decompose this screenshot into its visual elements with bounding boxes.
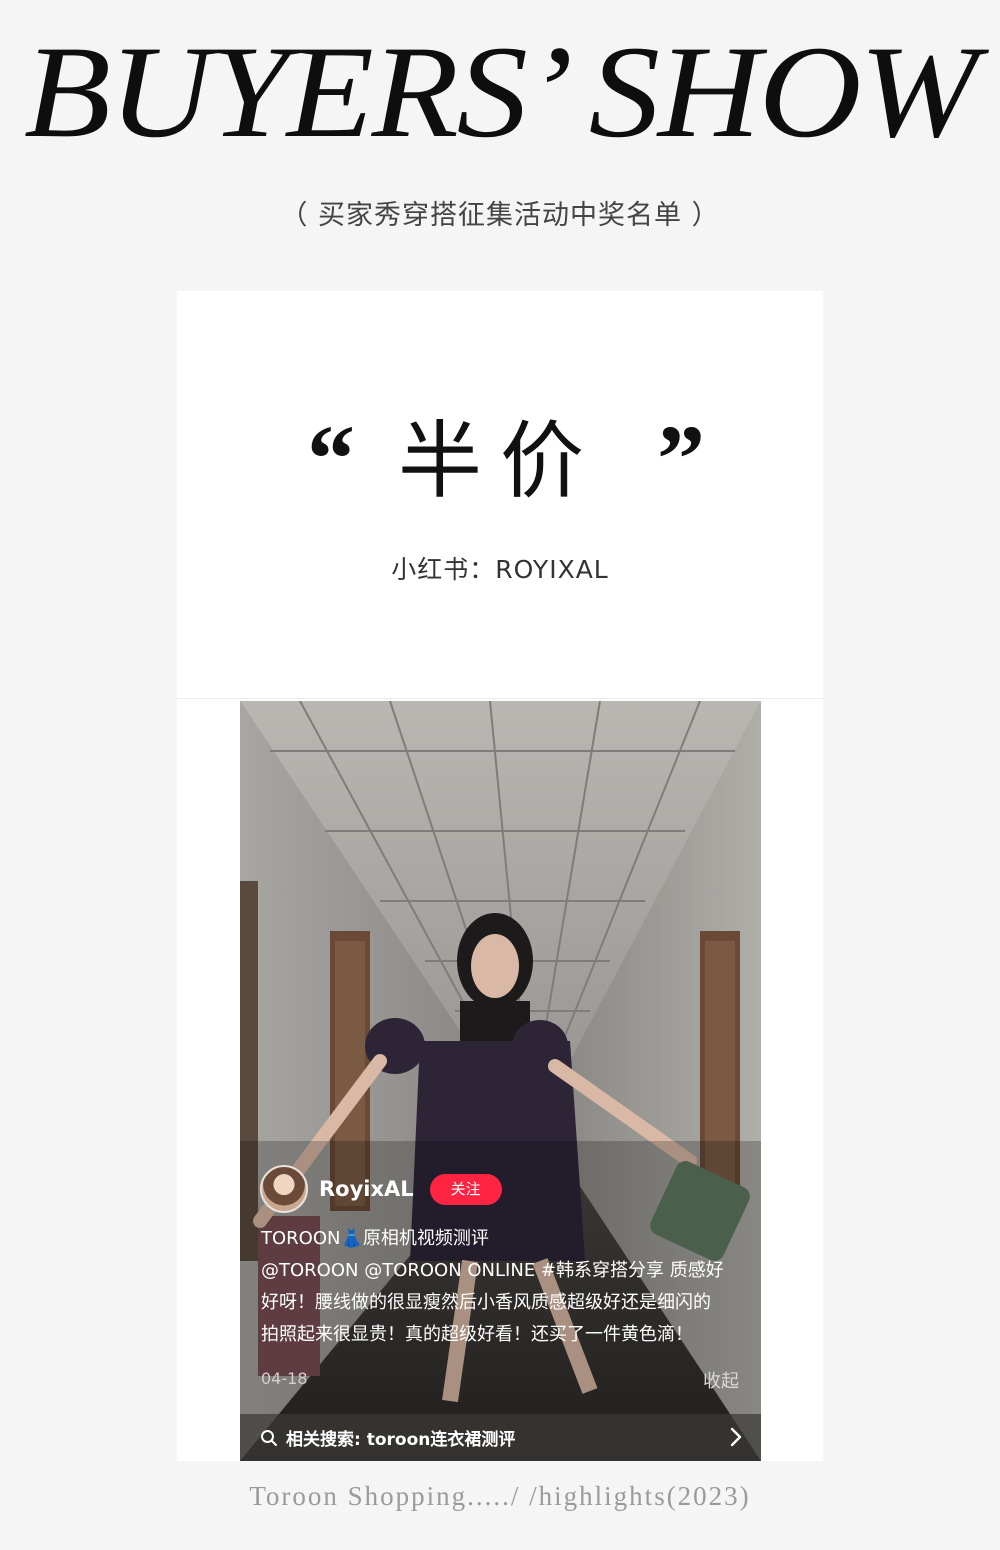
- video-post-screenshot[interactable]: RoyixAL 关注 TOROON👗原相机视频测评 @TOROON @TOROO…: [240, 701, 761, 1461]
- caption-line: @TOROON @TOROON ONLINE #韩系穿搭分享 质感好: [261, 1260, 724, 1281]
- post-caption: TOROON👗原相机视频测评 @TOROON @TOROON ONLINE #韩…: [261, 1223, 746, 1351]
- search-icon: [261, 1429, 277, 1446]
- post-date: 04-18: [261, 1369, 308, 1388]
- prize-title: 半价: [397, 412, 602, 510]
- winner-card: “ 半价 ” 小红书：ROYIXAL RoyixAL 关注 TOROON👗原相机…: [177, 291, 823, 1461]
- chevron-right-icon: [730, 1427, 742, 1447]
- page-subtitle: （ 买家秀穿搭征集活动中奖名单 ）: [280, 200, 720, 231]
- close-quote-mark: ”: [657, 405, 705, 512]
- collapse-button[interactable]: 收起: [703, 1367, 739, 1393]
- xiaohongshu-source: 小红书：ROYIXAL: [391, 555, 609, 584]
- follow-button[interactable]: 关注: [429, 1173, 502, 1205]
- caption-line: 拍照起来很显贵！真的超级好看！还买了一件黄色滴！: [261, 1324, 693, 1345]
- author-row: RoyixAL 关注: [260, 1161, 502, 1217]
- post-overlay: RoyixAL 关注 TOROON👗原相机视频测评 @TOROON @TOROO…: [240, 701, 761, 1461]
- footer-caption: Toroon Shopping...../ /highlights(2023): [249, 1481, 751, 1511]
- caption-line: TOROON👗原相机视频测评: [261, 1228, 489, 1249]
- related-search-label: 相关搜索: toroon连衣裙测评: [286, 1430, 516, 1450]
- avatar[interactable]: [260, 1165, 308, 1213]
- related-search-bar[interactable]: 相关搜索: toroon连衣裙测评: [240, 1414, 761, 1461]
- card-header: “ 半价 ” 小红书：ROYIXAL: [177, 291, 823, 699]
- buyers-show-headline: BUYERS’ SHOW: [23, 18, 978, 165]
- caption-line: 好呀！腰线做的很显瘦然后小香风质感超级好还是细闪的: [261, 1292, 711, 1313]
- author-username[interactable]: RoyixAL: [319, 1177, 414, 1201]
